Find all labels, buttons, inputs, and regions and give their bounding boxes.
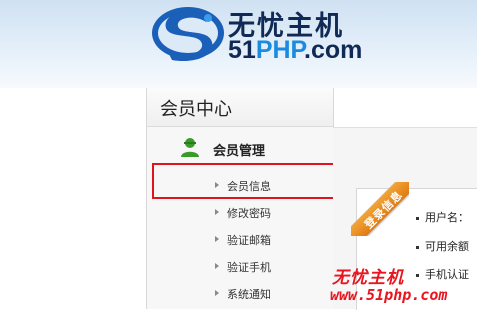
- logo-en-suffix: .com: [304, 36, 363, 64]
- sidebar-item-verify-email[interactable]: 验证邮箱: [147, 228, 333, 252]
- info-row-label: 用户名：: [425, 211, 469, 224]
- caret-right-icon: [215, 236, 219, 242]
- member-center-sidebar: 会员中心 会员管理 会员信息 修改密码 验证邮箱 验证手机 系统通知: [146, 88, 334, 309]
- user-icon: [181, 138, 199, 157]
- watermark-url: www.51php.com: [330, 286, 448, 304]
- logo-en-prefix: 51: [228, 36, 256, 64]
- logo-en-highlight: PHP: [255, 36, 304, 64]
- caret-right-icon: [215, 290, 219, 296]
- login-info-ribbon: 登录信息: [351, 182, 409, 236]
- sidebar-item-member-info[interactable]: 会员信息: [147, 174, 333, 198]
- logo-swirl-icon: [152, 7, 224, 62]
- member-management-section[interactable]: 会员管理: [147, 134, 333, 164]
- info-row-label: 手机认证: [425, 268, 469, 281]
- sidebar-item-label: 验证手机: [227, 261, 271, 274]
- member-management-label: 会员管理: [213, 144, 266, 159]
- watermark-chinese: 无忧主机: [332, 268, 404, 288]
- sidebar-item-label: 验证邮箱: [227, 234, 271, 247]
- sidebar-title-bar: 会员中心: [147, 88, 333, 127]
- sidebar-title: 会员中心: [160, 99, 232, 120]
- sidebar-item-system-notice[interactable]: 系统通知: [147, 282, 333, 306]
- caret-right-icon: [215, 263, 219, 269]
- info-row-label: 可用余额: [425, 240, 469, 253]
- bullet-icon: [416, 216, 419, 220]
- ribbon-label: 登录信息: [362, 188, 406, 232]
- info-row-balance: 可用余额: [416, 238, 469, 254]
- sidebar-item-verify-phone[interactable]: 验证手机: [147, 255, 333, 279]
- ribbon-band: 登录信息: [351, 182, 409, 236]
- sidebar-item-label: 会员信息: [227, 180, 271, 193]
- bullet-icon: [416, 245, 419, 249]
- caret-right-icon: [215, 182, 219, 188]
- logo-english-text: 51PHP.com: [228, 36, 362, 65]
- info-row-phone-verified: 手机认证: [416, 266, 469, 282]
- sidebar-item-change-password[interactable]: 修改密码: [147, 201, 333, 225]
- sidebar-item-label: 修改密码: [227, 207, 271, 220]
- bullet-icon: [416, 273, 419, 277]
- site-header-banner: 无忧主机 51PHP.com: [0, 0, 477, 88]
- info-row-username: 用户名：: [416, 209, 469, 225]
- caret-right-icon: [215, 209, 219, 215]
- sidebar-item-label: 系统通知: [227, 288, 271, 301]
